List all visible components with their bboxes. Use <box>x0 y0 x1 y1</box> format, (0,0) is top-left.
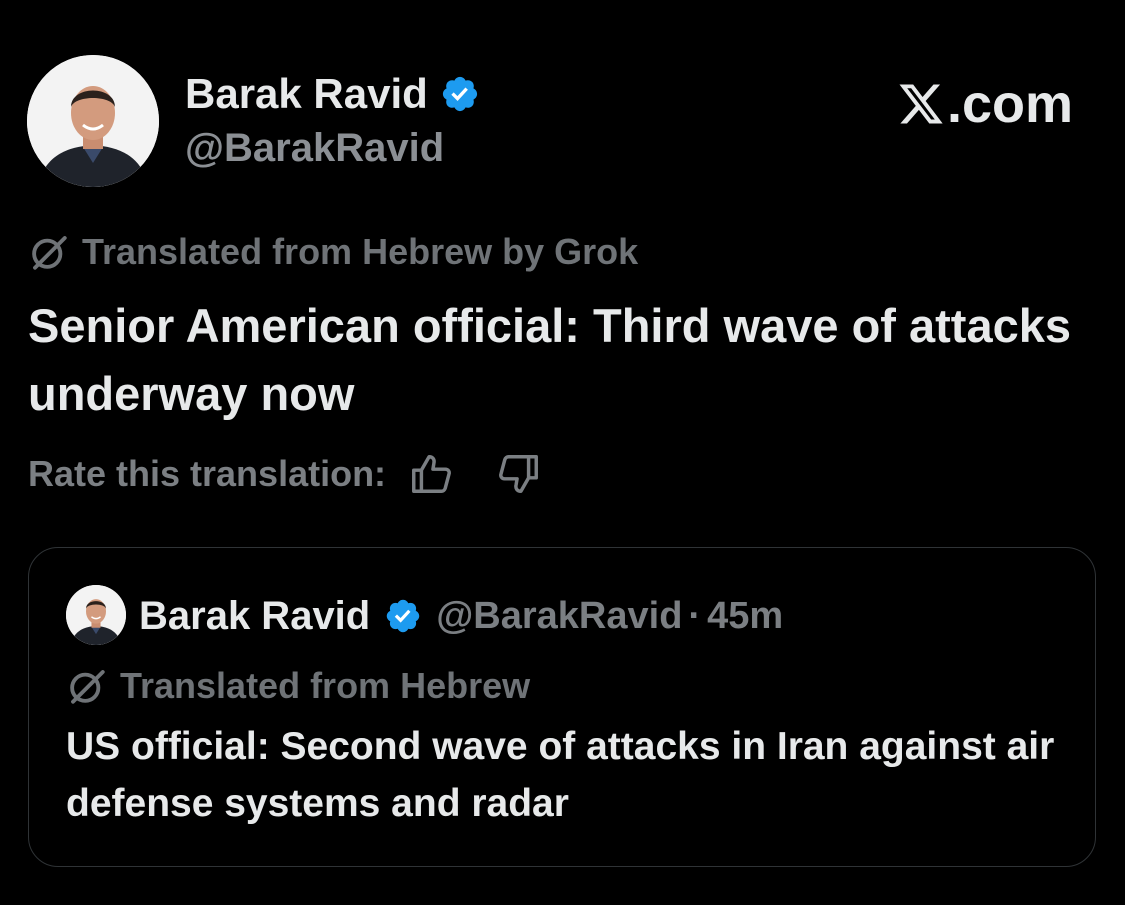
verified-badge-icon <box>387 599 420 633</box>
rate-translation-label: Rate this translation: <box>28 453 387 494</box>
x-brand: .com <box>897 72 1073 136</box>
x-logo-icon <box>899 84 943 124</box>
translation-note-text: Translated from Hebrew by Grok <box>82 231 639 272</box>
author-avatar[interactable] <box>27 55 159 187</box>
quoted-post-time[interactable]: 45m <box>707 588 783 644</box>
quoted-post-text: US official: Second wave of attacks in I… <box>66 725 1055 825</box>
post-text: Senior American official: Third wave of … <box>28 299 1071 420</box>
quoted-author-handle[interactable]: @BarakRavid <box>436 588 682 644</box>
quoted-translation-note-text: Translated from Hebrew <box>120 665 531 706</box>
author-handle[interactable]: @BarakRavid <box>185 120 444 176</box>
rate-translation: Rate this translation: <box>28 450 542 498</box>
grok-icon <box>32 236 67 270</box>
thumbs-up-icon[interactable] <box>408 451 454 497</box>
quoted-translation-note: Translated from Hebrew <box>66 662 530 710</box>
avatar-photo <box>66 585 126 645</box>
grok-icon <box>70 670 105 704</box>
verified-badge-icon <box>442 76 477 112</box>
quoted-post-header: Barak Ravid @BarakRavid · 45m <box>139 588 783 644</box>
avatar-photo <box>27 55 159 187</box>
quoted-author-avatar[interactable] <box>66 585 126 645</box>
author-name-text: Barak Ravid <box>185 70 428 117</box>
separator-dot: · <box>688 595 702 637</box>
quoted-post[interactable]: Barak Ravid @BarakRavid · 45m Translated… <box>28 547 1096 867</box>
thumbs-down-icon[interactable] <box>496 451 542 497</box>
author-name[interactable]: Barak Ravid <box>185 66 480 122</box>
translation-note: Translated from Hebrew by Grok <box>28 228 638 276</box>
x-brand-text: .com <box>946 74 1073 134</box>
quoted-author-name[interactable]: Barak Ravid <box>139 588 370 644</box>
post: Barak Ravid @BarakRavid .com Translated … <box>0 0 1125 905</box>
